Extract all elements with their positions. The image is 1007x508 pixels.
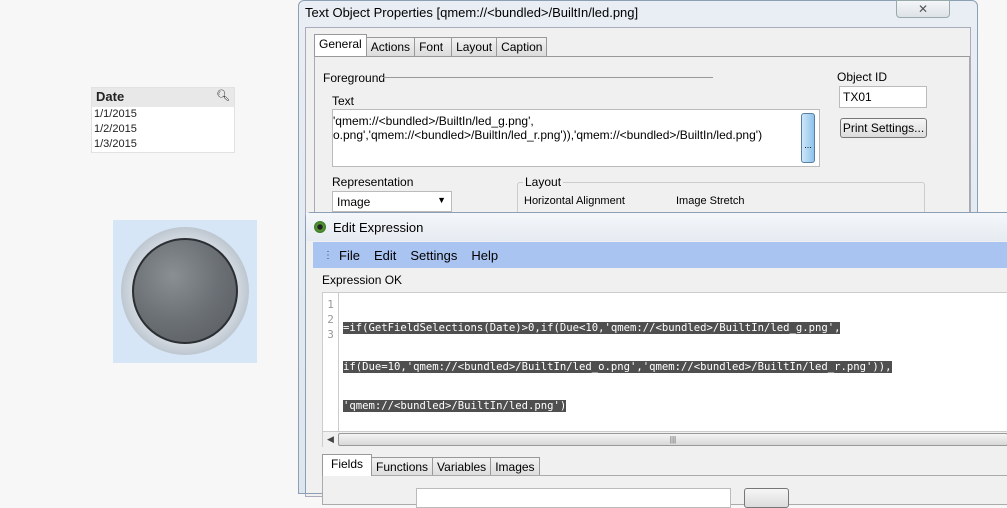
- line-gutter: 1 2 3: [323, 293, 339, 431]
- date-listbox: Date 🔍︎ 1/1/2015 1/2/2015 1/3/2015: [91, 87, 235, 153]
- expression-status: Expression OK: [322, 273, 403, 287]
- field-select[interactable]: [416, 488, 731, 508]
- qlikview-icon: [314, 221, 326, 233]
- code-line: =if(GetFieldSelections(Date)>0,if(Due<10…: [343, 322, 841, 334]
- dialog-title: Text Object Properties [qmem://<bundled>…: [305, 5, 639, 20]
- dialog-title: Edit Expression: [333, 220, 424, 235]
- image-stretch-label: Image Stretch: [676, 195, 745, 207]
- paste-button[interactable]: [744, 488, 789, 508]
- object-id-label: Object ID: [837, 70, 888, 84]
- dropdown-arrow-icon: ▼: [437, 195, 446, 205]
- text-line: 'qmem://<bundled>/BuiltIn/led_g.png',: [333, 114, 534, 128]
- text-line: o.png','qmem://<bundled>/BuiltIn/led_r.p…: [333, 128, 763, 142]
- tab-caption[interactable]: Caption: [496, 37, 548, 56]
- search-icon[interactable]: 🔍︎: [216, 89, 230, 102]
- title-bar: Edit Expression: [306, 213, 1007, 241]
- led-text-object[interactable]: [113, 220, 257, 363]
- listbox-item[interactable]: 1/3/2015: [92, 137, 234, 152]
- horizontal-scrollbar[interactable]: ◀ |||: [323, 431, 1007, 447]
- code-area[interactable]: =if(GetFieldSelections(Date)>0,if(Due<10…: [343, 297, 892, 438]
- layout-label: Layout: [523, 175, 564, 189]
- menu-file[interactable]: File: [339, 248, 360, 263]
- line-number: 3: [327, 328, 334, 341]
- code-line: if(Due=10,'qmem://<bundled>/BuiltIn/led_…: [343, 361, 892, 373]
- properties-tabs: General Actions Font Layout Caption: [314, 34, 548, 56]
- expression-editor[interactable]: 1 2 3 =if(GetFieldSelections(Date)>0,if(…: [322, 292, 1007, 447]
- print-settings-button[interactable]: Print Settings...: [840, 118, 927, 138]
- representation-value: Image: [337, 195, 371, 209]
- listbox-header: Date 🔍︎: [92, 88, 234, 107]
- listbox-item[interactable]: 1/1/2015: [92, 107, 234, 122]
- line-number: 1: [327, 298, 334, 311]
- menu-edit[interactable]: Edit: [374, 248, 396, 263]
- fields-pane: [322, 475, 1007, 508]
- grip-icon: ⋮: [323, 249, 333, 261]
- representation-select[interactable]: Image ▼: [332, 191, 452, 212]
- horizontal-alignment-label: Horizontal Alignment: [524, 195, 625, 207]
- representation-label: Representation: [332, 175, 414, 189]
- expression-tabs: Fields Functions Variables Images: [322, 454, 540, 476]
- tab-layout[interactable]: Layout: [451, 37, 498, 56]
- tab-actions[interactable]: Actions: [365, 37, 416, 56]
- tab-fields[interactable]: Fields: [322, 454, 373, 476]
- tab-images[interactable]: Images: [490, 457, 540, 476]
- tab-functions[interactable]: Functions: [371, 457, 434, 476]
- listbox-title: Date: [96, 89, 125, 104]
- divider: [383, 77, 713, 78]
- object-id-field[interactable]: TX01: [839, 86, 927, 108]
- close-button[interactable]: ✕: [896, 0, 950, 18]
- tab-general[interactable]: General: [314, 34, 367, 56]
- tab-variables[interactable]: Variables: [432, 457, 492, 476]
- edit-expression-dialog: Edit Expression ⋮ File Edit Settings Hel…: [305, 212, 1007, 508]
- scroll-left-icon[interactable]: ◀: [327, 434, 334, 445]
- menu-help[interactable]: Help: [471, 248, 498, 263]
- listbox-item[interactable]: 1/2/2015: [92, 122, 234, 137]
- line-number: 2: [327, 313, 334, 326]
- code-line: 'qmem://<bundled>/BuiltIn/led.png'): [343, 400, 567, 412]
- menu-settings[interactable]: Settings: [410, 248, 457, 263]
- text-label: Text: [332, 94, 355, 108]
- foreground-label: Foreground: [323, 71, 386, 85]
- text-field[interactable]: 'qmem://<bundled>/BuiltIn/led_g.png', o.…: [332, 109, 820, 167]
- ellipsis-button[interactable]: ...: [801, 113, 815, 163]
- menu-bar: ⋮ File Edit Settings Help: [313, 242, 1007, 268]
- led-gray-icon: [132, 238, 238, 344]
- scrollbar-thumb[interactable]: |||: [338, 433, 1007, 446]
- tab-font[interactable]: Font: [414, 37, 453, 56]
